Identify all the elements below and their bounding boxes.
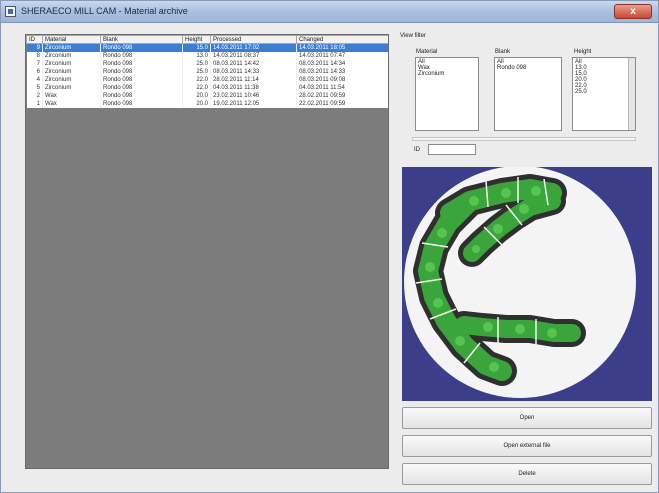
table-cell: Rondo 098 <box>100 67 183 76</box>
list-item[interactable]: 25.0 <box>575 89 633 95</box>
app-icon <box>5 6 16 17</box>
table-row[interactable]: 7 Zirconium Rondo 098 25.0 08.03.2011 14:42 0… <box>26 59 388 68</box>
blank-filter-list[interactable]: All Rondo 098 <box>494 57 562 131</box>
filter-progress-bar <box>412 137 636 141</box>
milling-preview-image <box>402 167 652 401</box>
table-cell: 04.03.2011 11:54 <box>296 83 388 92</box>
delete-button[interactable]: Delete <box>402 463 652 485</box>
table-row[interactable]: 1 Wax Rondo 098 20.0 19.02.2011 12:05 22.02.2… <box>26 99 388 108</box>
table-cell: Zirconium <box>42 51 101 60</box>
table-cell: 20.0 <box>182 91 211 100</box>
height-filter-list[interactable]: All 13.0 15.0 20.0 22.0 25.0 <box>572 57 636 131</box>
table-row[interactable]: 8 Zirconium Rondo 098 13.0 14.03.2011 08:37 1… <box>26 51 388 60</box>
table-cell: Zirconium <box>42 67 101 76</box>
table-cell: Rondo 098 <box>100 75 183 84</box>
table-row[interactable]: 5 Zirconium Rondo 098 22.0 04.03.2011 11:38 0… <box>26 83 388 92</box>
column-header-changed[interactable]: Changed <box>296 35 388 44</box>
table-cell: 25.0 <box>182 59 211 68</box>
table-cell: 14.03.2011 17:02 <box>210 43 297 52</box>
list-item[interactable]: Rondo 098 <box>497 65 559 71</box>
table-cell: 14.03.2011 07:47 <box>296 51 388 60</box>
table-cell: 08.03.2011 14:33 <box>296 67 388 76</box>
table-cell: 15.0 <box>182 43 211 52</box>
table-cell: 8 <box>26 51 43 60</box>
title-bar[interactable]: SHERAECO MILL CAM - Material archive x <box>1 1 658 23</box>
column-header-processed[interactable]: Processed <box>210 35 297 44</box>
column-header-blank[interactable]: Blank <box>100 35 183 44</box>
table-cell: 22.0 <box>182 75 211 84</box>
table-cell: 08.03.2011 14:34 <box>296 59 388 68</box>
job-preview <box>402 167 652 401</box>
height-filter-label: Height <box>574 49 592 55</box>
table-cell: Wax <box>42 99 101 108</box>
open-button[interactable]: Open <box>402 407 652 429</box>
table-cell: 13.0 <box>182 51 211 60</box>
table-cell: 14.03.2011 08:37 <box>210 51 297 60</box>
column-header-material[interactable]: Material <box>42 35 101 44</box>
table-cell: 19.02.2011 12:05 <box>210 99 297 108</box>
table-cell: Wax <box>42 91 101 100</box>
archive-list[interactable]: ID Material Blank Height Processed Chang… <box>25 34 389 469</box>
list-item[interactable]: Zirconium <box>418 71 476 77</box>
table-cell: 4 <box>26 75 43 84</box>
table-cell: 1 <box>26 99 43 108</box>
material-archive-window: SHERAECO MILL CAM - Material archive x I… <box>0 0 659 493</box>
table-cell: Rondo 098 <box>100 51 183 60</box>
table-cell: 7 <box>26 59 43 68</box>
id-filter-input[interactable] <box>428 144 476 155</box>
table-cell: 9 <box>26 43 43 52</box>
table-cell: 5 <box>26 83 43 92</box>
table-cell: 08.03.2011 09:08 <box>296 75 388 84</box>
close-button[interactable]: x <box>614 4 652 19</box>
table-row[interactable]: 6 Zirconium Rondo 098 25.0 08.03.2011 14:33 0… <box>26 67 388 76</box>
table-row[interactable]: 4 Zirconium Rondo 098 22.0 28.02.2011 11:14 0… <box>26 75 388 84</box>
table-cell: 6 <box>26 67 43 76</box>
table-cell: 23.02.2011 10:46 <box>210 91 297 100</box>
table-cell: 20.0 <box>182 99 211 108</box>
table-cell: 08.03.2011 14:33 <box>210 67 297 76</box>
view-filter-title: View filter <box>400 33 426 39</box>
table-cell: Zirconium <box>42 59 101 68</box>
column-header-id[interactable]: ID <box>26 35 43 44</box>
table-cell: 04.03.2011 11:38 <box>210 83 297 92</box>
blank-filter-label: Blank <box>495 49 511 55</box>
table-cell: Rondo 098 <box>100 43 183 52</box>
table-cell: Rondo 098 <box>100 99 183 108</box>
table-body: 9 Zirconium Rondo 098 15.0 14.03.2011 17:02 1… <box>26 43 388 108</box>
table-row[interactable]: 9 Zirconium Rondo 098 15.0 14.03.2011 17:02 1… <box>26 43 388 52</box>
table-cell: Zirconium <box>42 75 101 84</box>
table-cell: 22.02.2011 09:59 <box>296 99 388 108</box>
table-header-row: ID Material Blank Height Processed Chang… <box>26 35 388 44</box>
table-cell: 2 <box>26 91 43 100</box>
table-cell: Rondo 098 <box>100 91 183 100</box>
table-cell: 28.02.2011 11:14 <box>210 75 297 84</box>
table-cell: Zirconium <box>42 83 101 92</box>
table-cell: 22.0 <box>182 83 211 92</box>
height-list-scrollbar[interactable] <box>628 58 635 130</box>
archive-table: ID Material Blank Height Processed Chang… <box>26 35 388 108</box>
view-filter-group: View filter Material All Wax Zirconium B… <box>398 29 652 164</box>
window-title: SHERAECO MILL CAM - Material archive <box>21 6 188 16</box>
id-filter-label: ID <box>414 147 420 153</box>
material-filter-label: Material <box>416 49 438 55</box>
table-cell: 28.02.2011 09:59 <box>296 91 388 100</box>
table-cell: 25.0 <box>182 67 211 76</box>
table-cell: Zirconium <box>42 43 101 52</box>
open-external-file-button[interactable]: Open external file <box>402 435 652 457</box>
table-cell: 14.03.2011 18:05 <box>296 43 388 52</box>
column-header-height[interactable]: Height <box>182 35 211 44</box>
table-cell: Rondo 098 <box>100 83 183 92</box>
table-cell: Rondo 098 <box>100 59 183 68</box>
table-row[interactable]: 2 Wax Rondo 098 20.0 23.02.2011 10:46 28.02.2… <box>26 91 388 100</box>
table-cell: 08.03.2011 14:42 <box>210 59 297 68</box>
material-filter-list[interactable]: All Wax Zirconium <box>415 57 479 131</box>
